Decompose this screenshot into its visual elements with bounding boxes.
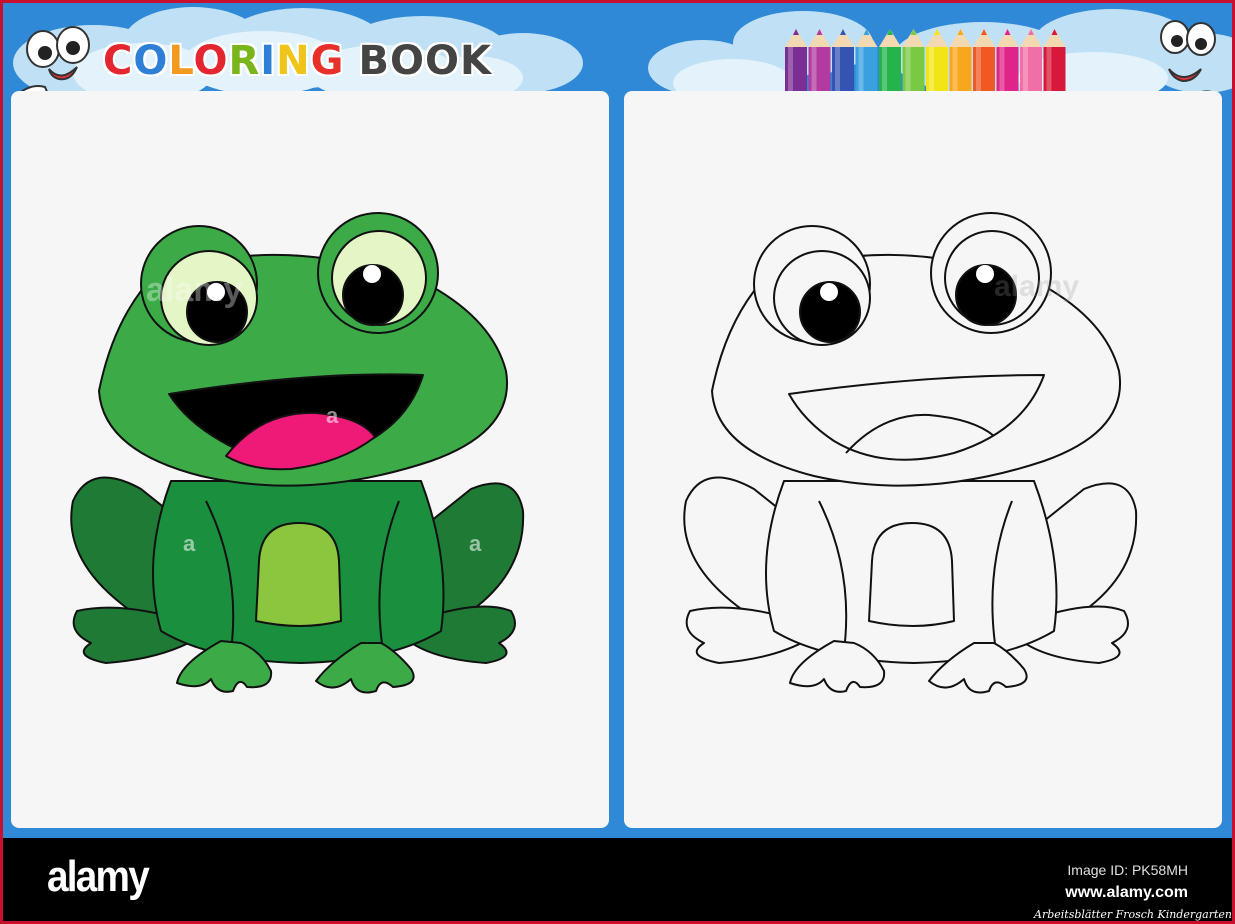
pencil (949, 29, 972, 91)
colored-pencils (785, 29, 1066, 91)
title-letter: R (227, 37, 261, 85)
site-url[interactable]: www.alamy.com (1065, 884, 1188, 902)
title-letter: I (259, 37, 277, 85)
title-letter: O (192, 37, 229, 85)
caption-text: Arbeitsblätter Frosch Kindergarten (1034, 908, 1232, 921)
title-word-coloring: COLORING (102, 37, 345, 85)
pencil (973, 29, 995, 91)
colored-frog-illustration: alamy a a a (70, 212, 525, 694)
title-letter: C (102, 37, 134, 85)
title-letter: O (132, 37, 169, 85)
watermark-a: a (469, 531, 482, 556)
pencil (808, 29, 831, 91)
watermark-a: a (326, 403, 339, 428)
pencil (879, 29, 901, 91)
frog-belly (868, 522, 955, 627)
watermark-alamy: alamy (146, 271, 242, 309)
watermark-a: a (183, 531, 196, 556)
sky-background: COLORING BOOK alamy a a a alamy (3, 3, 1232, 838)
pencil (996, 29, 1019, 91)
pencil (832, 29, 854, 91)
pencil (902, 29, 925, 91)
pencil (1043, 29, 1066, 91)
coloring-book-title: COLORING BOOK (102, 33, 492, 89)
pencil (855, 29, 878, 91)
title-letter: N (275, 37, 311, 85)
pencil (1020, 29, 1042, 91)
title-word-book: BOOK (357, 37, 492, 85)
outline-frog-illustration: alamy (683, 212, 1138, 694)
outline-page: alamy (624, 91, 1222, 828)
title-letter: L (167, 37, 194, 85)
alamy-logo: alamy (47, 852, 150, 901)
title-letter: G (310, 37, 345, 85)
image-id-label: Image ID: PK58MH (1067, 862, 1188, 878)
pencil (785, 29, 807, 91)
colored-page: alamy a a a (11, 91, 609, 828)
footer-bar: alamy Image ID: PK58MH www.alamy.com Arb… (3, 838, 1232, 921)
frog-belly (255, 522, 342, 627)
pencil (926, 29, 948, 91)
watermark-alamy: alamy (994, 270, 1079, 303)
image-frame: COLORING BOOK alamy a a a alamy alamy Im… (3, 3, 1232, 921)
